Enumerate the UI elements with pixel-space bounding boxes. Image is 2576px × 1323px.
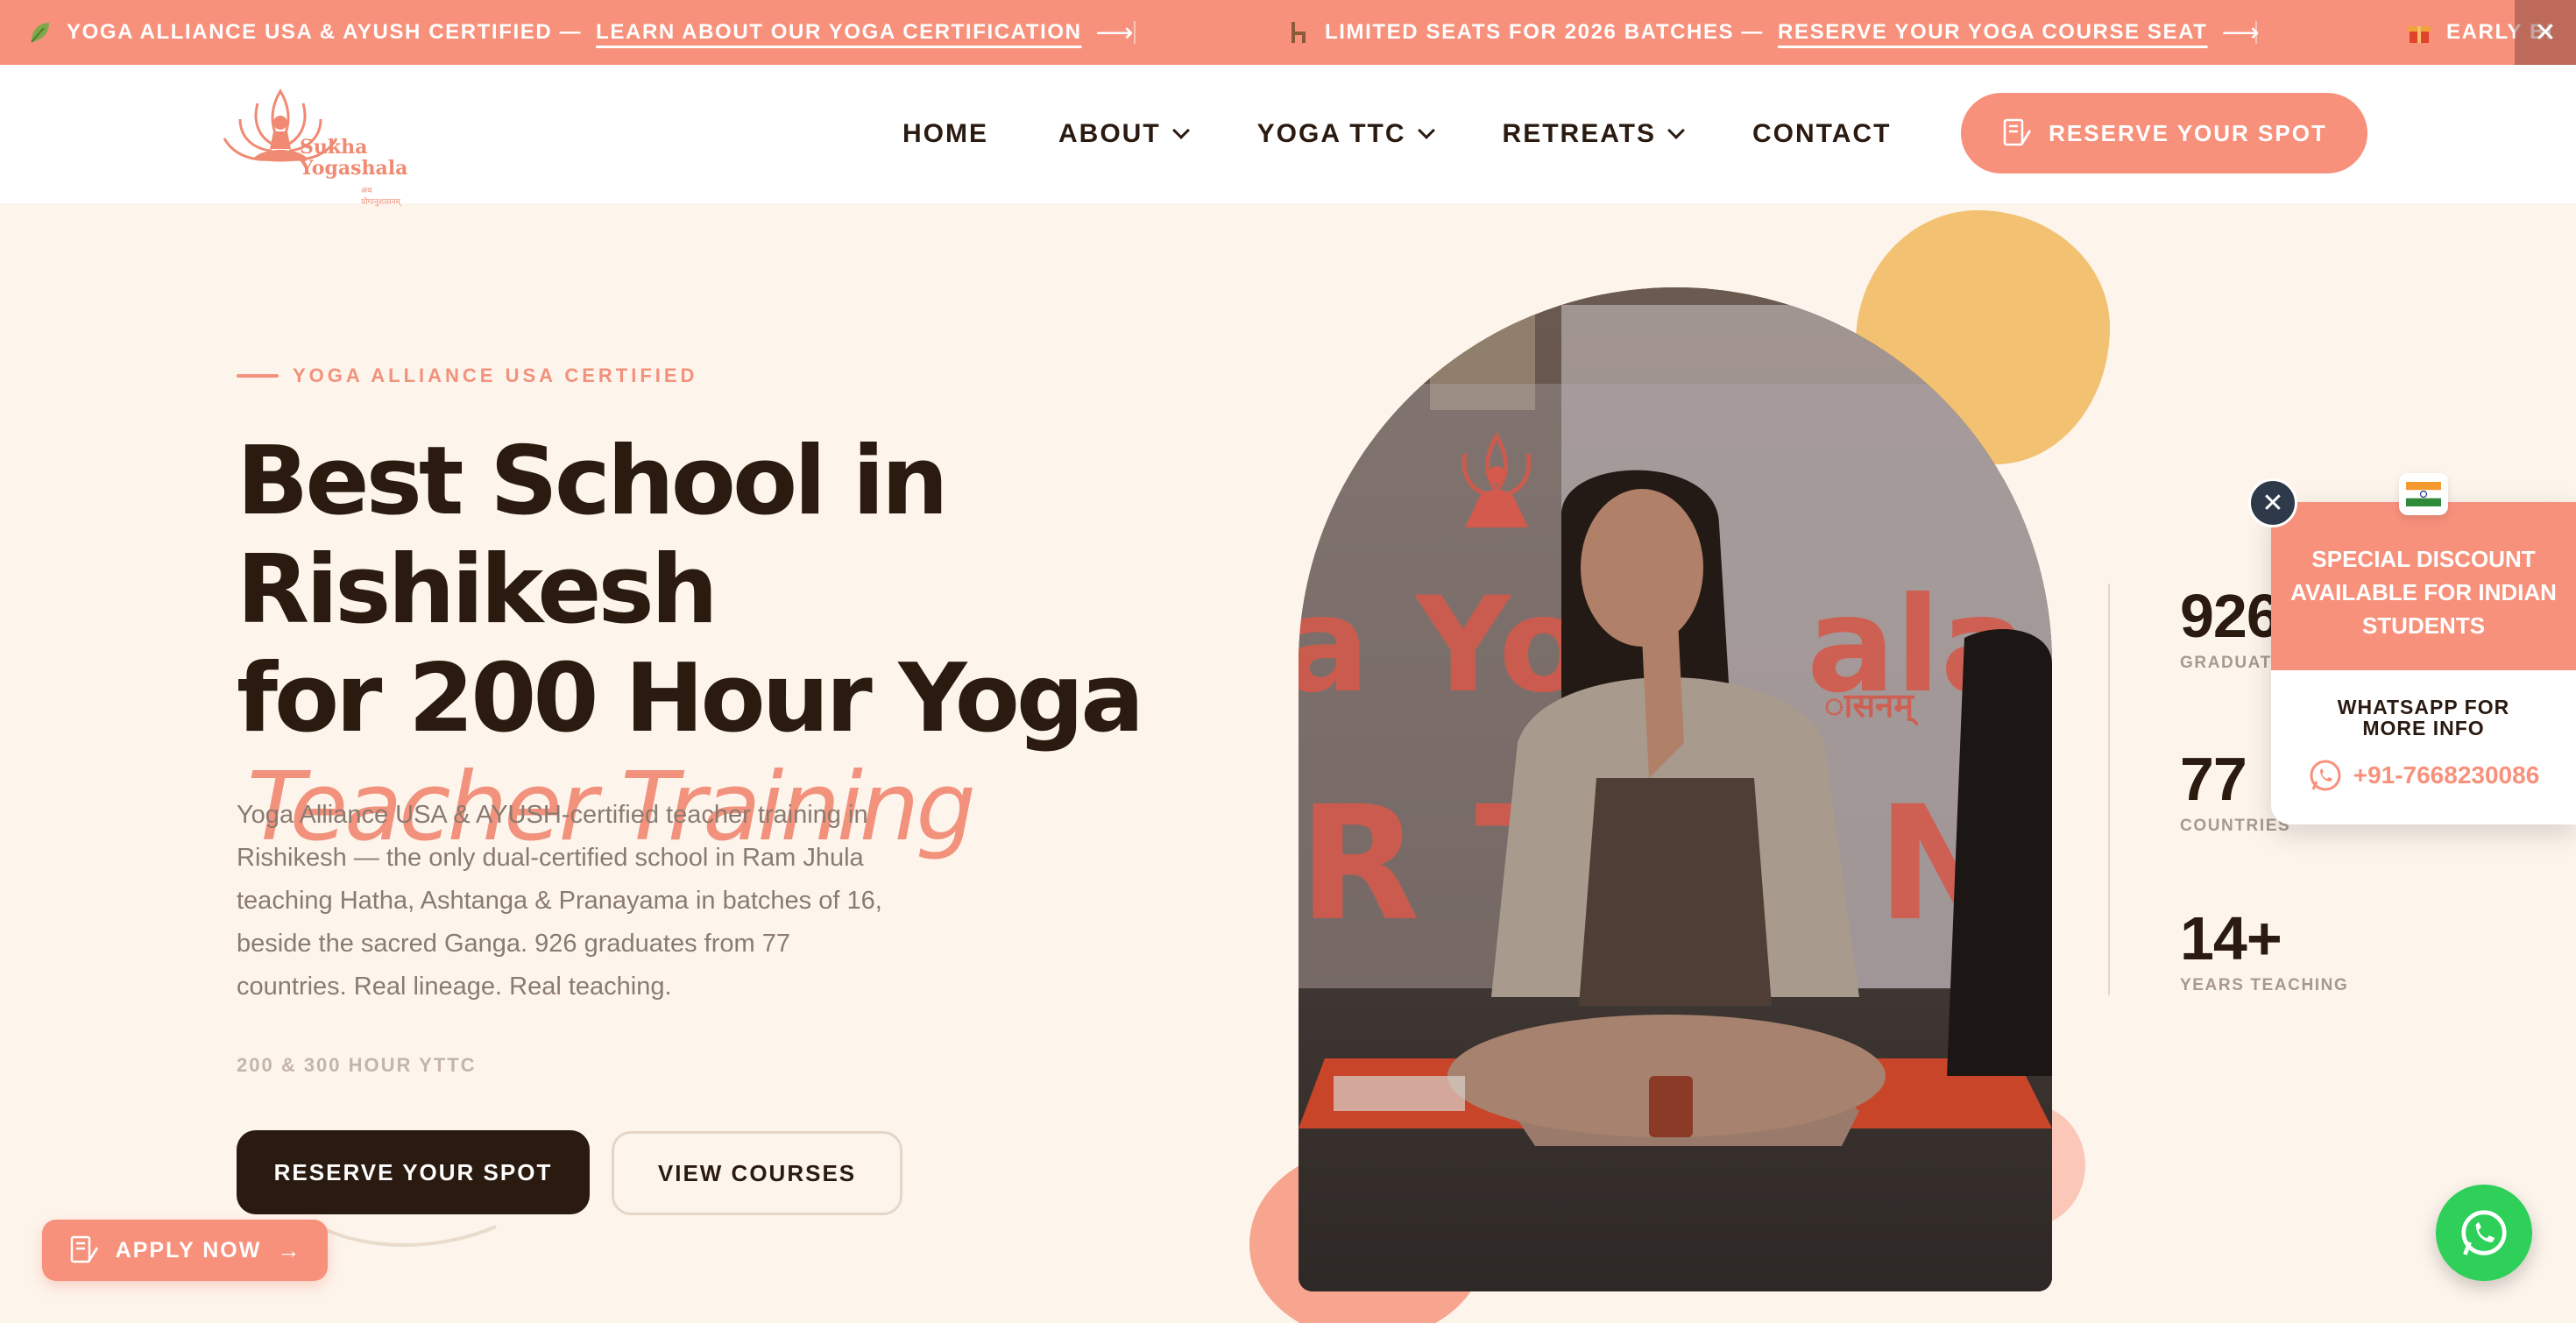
reserve-spot-header-button[interactable]: RESERVE YOUR SPOT [1961, 93, 2367, 173]
brand-tagline: अथ योगानुशासनम् [361, 186, 400, 206]
hero-description: Yoga Alliance USA & AYUSH-certified teac… [237, 801, 882, 1001]
reserve-seat-link[interactable]: RESERVE YOUR YOGA COURSE SEAT [1778, 20, 2208, 45]
divider [2255, 21, 2257, 44]
view-courses-button[interactable]: VIEW COURSES [612, 1131, 902, 1215]
banner-text-hindi: ासनम् [1824, 686, 1919, 726]
chair-icon [1284, 19, 1311, 46]
learn-certification-link[interactable]: LEARN ABOUT OUR YOGA CERTIFICATION [596, 20, 1081, 45]
nav-home[interactable]: HOME [902, 119, 988, 149]
nav-yoga-ttc[interactable]: YOGA TTC [1257, 119, 1435, 149]
gift-icon [2406, 19, 2432, 46]
course-sublabel: 200 & 300 HOUR YTTC [237, 1054, 477, 1076]
divider [1134, 21, 1136, 44]
decorative-swoosh [318, 1225, 497, 1247]
whatsapp-icon [2461, 1210, 2507, 1256]
whatsapp-icon [2310, 760, 2341, 791]
announcement-text: YOGA ALLIANCE USA & AYUSH CERTIFIED — [67, 20, 583, 44]
arrow-right-icon: ⟶ [1095, 18, 1136, 47]
chevron-down-icon [1667, 122, 1685, 139]
whatsapp-chat-button[interactable] [2436, 1185, 2532, 1281]
nav-contact[interactable]: CONTACT [1752, 119, 1891, 149]
site-header: Sukha Yogashala अथ योगानुशासनम् HOME ABO… [0, 65, 2576, 206]
popup-cta: WHATSAPP FOR MORE INFO [2337, 696, 2510, 739]
certification-eyebrow: YOGA ALLIANCE USA CERTIFIED [237, 364, 697, 387]
nav-about[interactable]: ABOUT [1058, 119, 1190, 149]
hero-photo: a Yog ala R T NC ासनम् [1299, 287, 2052, 1291]
form-icon [70, 1235, 98, 1263]
close-icon[interactable]: ✕ [2515, 0, 2576, 65]
popup-headline: SPECIAL DISCOUNT AVAILABLE FOR INDIAN ST… [2271, 502, 2576, 670]
arrow-right-icon: → [277, 1236, 302, 1263]
form-icon [2003, 118, 2032, 146]
brand-name: Sukha Yogashala [300, 136, 408, 180]
yoga-practitioner-image: a Yog ala R T NC ासनम् [1299, 287, 2052, 1291]
whatsapp-phone-link[interactable]: +91-7668230086 [2271, 758, 2576, 793]
reserve-spot-button[interactable]: RESERVE YOUR SPOT [237, 1130, 590, 1214]
announcement-item-certification: YOGA ALLIANCE USA & AYUSH CERTIFIED — LE… [26, 0, 1135, 65]
stat-years: 14+ YEARS TEACHING [2180, 904, 2349, 994]
main-nav: HOME ABOUT YOGA TTC RETREATS CONTACT [902, 65, 1961, 203]
announcement-bar: YOGA ALLIANCE USA & AYUSH CERTIFIED — LE… [0, 0, 2576, 65]
announcement-item-seats: LIMITED SEATS FOR 2026 BATCHES — RESERVE… [1284, 0, 2261, 65]
announcement-text: LIMITED SEATS FOR 2026 BATCHES — [1325, 20, 1765, 44]
nav-retreats[interactable]: RETREATS [1503, 119, 1685, 149]
discount-popup: SPECIAL DISCOUNT AVAILABLE FOR INDIAN ST… [2271, 502, 2576, 824]
apply-now-button[interactable]: APPLY NOW → [42, 1220, 328, 1281]
india-flag-icon [2399, 473, 2448, 515]
stats-divider [2108, 584, 2110, 995]
eyebrow-line [237, 374, 279, 378]
chevron-down-icon [1417, 122, 1435, 139]
logo[interactable]: Sukha Yogashala अथ योगानुशासनम् [210, 74, 412, 206]
chevron-down-icon [1171, 122, 1190, 139]
close-icon[interactable]: ✕ [2248, 478, 2297, 527]
leaf-icon [26, 19, 53, 46]
